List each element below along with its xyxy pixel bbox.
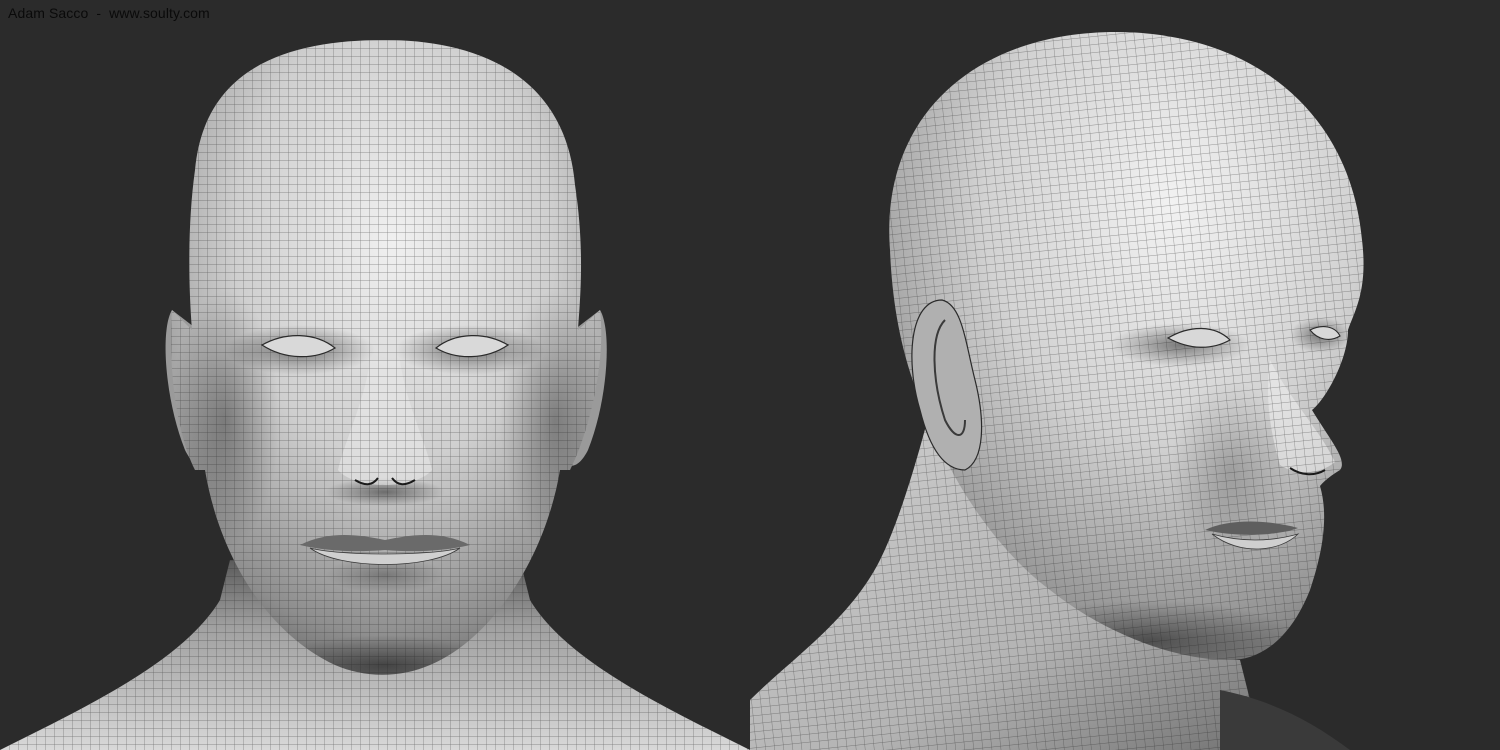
head-three-quarter-view — [750, 0, 1500, 750]
head-three-quarter-render — [750, 31, 1364, 750]
head-front-render — [0, 40, 750, 750]
head-front-view — [0, 0, 750, 750]
